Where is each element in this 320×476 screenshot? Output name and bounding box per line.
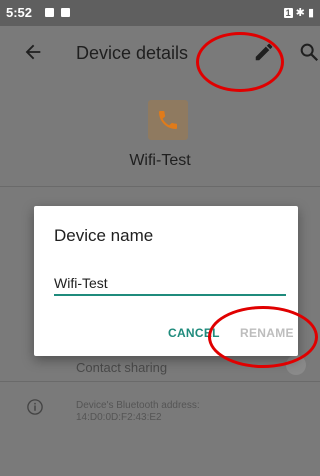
notification-app-icon (61, 8, 70, 17)
device-name-heading: Wifi-Test (129, 152, 191, 169)
notification-image-icon (45, 8, 54, 17)
page-title: Device details (76, 43, 189, 63)
back-arrow-icon[interactable] (22, 41, 44, 63)
device-name-input[interactable] (54, 272, 286, 296)
info-icon (27, 399, 43, 415)
bt-address-label: Device's Bluetooth address: (76, 400, 200, 411)
dialog-title: Device name (54, 226, 154, 245)
status-bar: 5:52 1 ✱ ▮ (0, 0, 320, 26)
bt-address-value: 14:D0:0D:F2:43:E2 (76, 412, 162, 423)
sim-icon: 1 (283, 8, 293, 18)
bluetooth-icon: ✱ (295, 7, 305, 19)
device-details-screen: 5:52 1 ✱ ▮ Device details Wifi-Test Cont… (0, 0, 320, 476)
contact-sharing-label[interactable]: Contact sharing (76, 360, 167, 375)
annotation-circle-edit (196, 32, 284, 92)
phone-icon (159, 111, 177, 129)
device-avatar (148, 100, 188, 140)
status-time: 5:52 (6, 5, 33, 20)
status-icons: 1 ✱ ▮ (283, 6, 314, 19)
divider (0, 186, 320, 187)
search-icon[interactable] (298, 41, 320, 63)
bluetooth-address: Device's Bluetooth address: 14:D0:0D:F2:… (76, 400, 200, 424)
battery-icon: ▮ (307, 7, 314, 19)
divider (0, 381, 320, 382)
annotation-circle-rename (208, 306, 318, 368)
